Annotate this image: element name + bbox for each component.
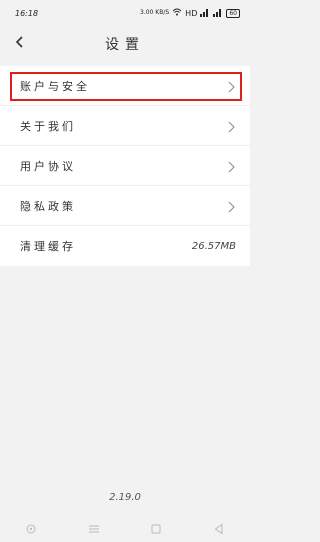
chevron-right-icon	[226, 199, 236, 213]
settings-item-label: 关于我们	[20, 119, 76, 133]
settings-item-privacy-policy[interactable]: 隐私政策	[0, 186, 250, 226]
network-type: HD	[185, 8, 198, 18]
battery-icon: 60	[226, 8, 240, 18]
header: 设置	[0, 24, 250, 64]
back-triangle-icon[interactable]	[212, 521, 226, 535]
settings-item-about-us[interactable]: 关于我们	[0, 106, 250, 146]
signal-icon-1	[200, 9, 210, 17]
chevron-right-icon	[226, 159, 236, 173]
chevron-right-icon	[226, 119, 236, 133]
network-speed: 3.00 KB/S	[140, 9, 170, 16]
settings-item-user-agreement[interactable]: 用户协议	[0, 146, 250, 186]
page-title: 设置	[105, 37, 145, 53]
wifi-icon	[172, 8, 182, 18]
status-bar: 16:18 3.00 KB/S HD 60	[0, 0, 250, 24]
status-time: 16:18	[15, 9, 39, 18]
settings-item-label: 隐私政策	[20, 199, 76, 213]
home-square-icon[interactable]	[149, 521, 163, 535]
status-icons: 3.00 KB/S HD 60	[140, 8, 240, 18]
signal-icon-2	[213, 9, 223, 17]
settings-item-label: 用户协议	[20, 159, 76, 173]
settings-item-label: 清理缓存	[20, 240, 76, 253]
system-nav-bar	[0, 514, 250, 542]
assistant-circle-icon[interactable]	[24, 521, 38, 535]
cache-size-value: 26.57MB	[191, 240, 236, 252]
settings-item-label: 账户与安全	[20, 79, 90, 93]
settings-item-clear-cache[interactable]: 清理缓存 26.57MB	[0, 226, 250, 266]
settings-item-account-security[interactable]: 账户与安全	[0, 66, 250, 106]
app-version: 2.19.0	[109, 492, 141, 503]
chevron-right-icon	[226, 79, 236, 93]
settings-list: 账户与安全 关于我们 用户协议 隐私政策 清理缓存 26.57MB	[0, 66, 250, 266]
menu-icon[interactable]	[87, 521, 101, 535]
